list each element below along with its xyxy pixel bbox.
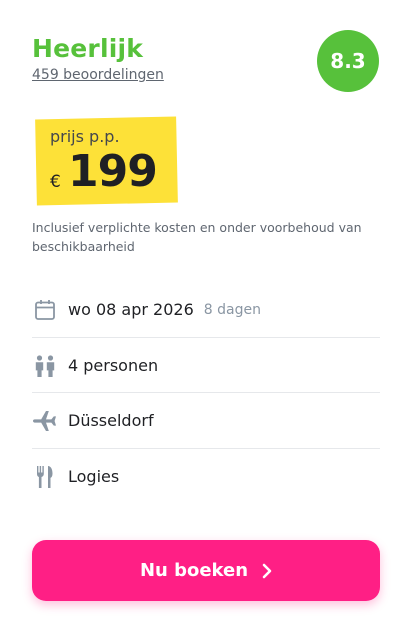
persons-count: 4 personen xyxy=(68,356,159,375)
airplane-icon xyxy=(32,408,58,434)
departure-date: wo 08 apr 2026 xyxy=(68,300,194,319)
price-summary-card: Heerlijk 459 beoordelingen 8.3 prijs p.p… xyxy=(0,0,400,637)
departure-airport: Düsseldorf xyxy=(68,411,154,430)
detail-row-date: wo 08 apr 2026 8 dagen xyxy=(32,282,380,337)
price-label: prijs p.p. xyxy=(50,127,120,146)
chevron-right-icon xyxy=(262,563,272,579)
trip-duration: 8 dagen xyxy=(203,301,261,318)
price-currency: € xyxy=(50,172,61,192)
detail-row-persons: 4 personen xyxy=(32,338,380,393)
board-type: Logies xyxy=(68,467,120,486)
book-now-button[interactable]: Nu boeken xyxy=(32,540,380,601)
detail-row-departure: Düsseldorf xyxy=(32,393,380,448)
calendar-icon xyxy=(32,297,58,323)
book-now-label: Nu boeken xyxy=(139,560,249,581)
detail-row-board: Logies xyxy=(32,449,380,504)
rating-label: Heerlijk xyxy=(32,34,144,63)
reviews-link[interactable]: 459 beoordelingen xyxy=(32,67,164,83)
fork-knife-icon xyxy=(32,464,58,490)
people-icon xyxy=(32,353,58,379)
price-disclaimer: Inclusief verplichte kosten en onder voo… xyxy=(32,220,362,254)
score-badge: 8.3 xyxy=(317,30,379,92)
price-amount: 199 xyxy=(68,146,158,197)
